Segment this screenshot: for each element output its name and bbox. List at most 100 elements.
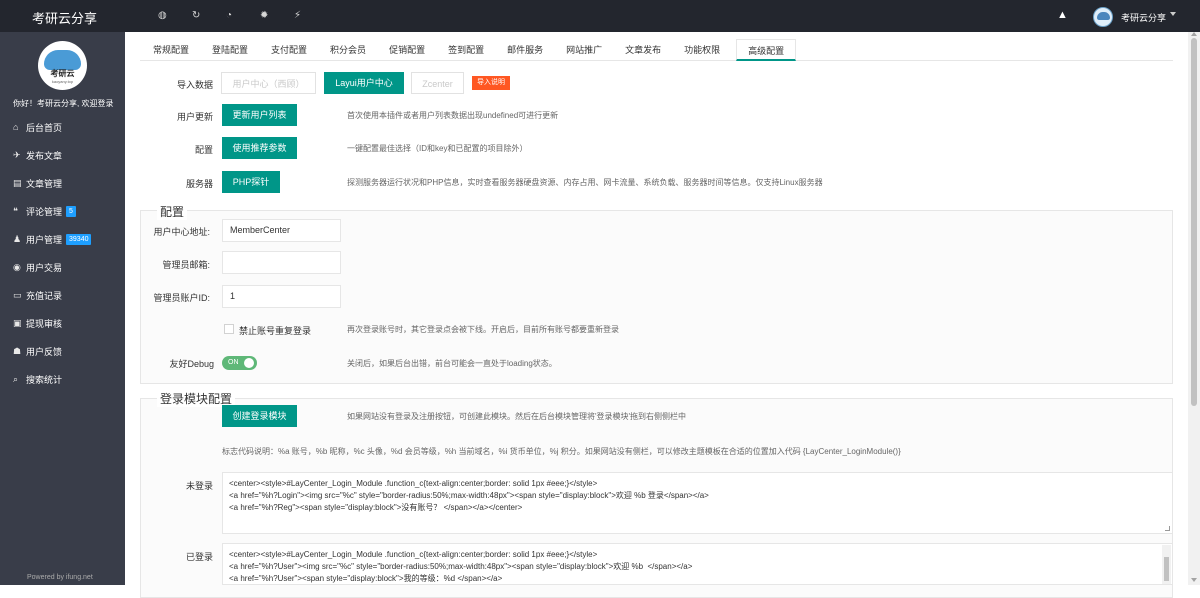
page-scroll-thumb[interactable]: [1191, 38, 1197, 406]
update-label: 用户更新: [176, 112, 213, 122]
not-logged-code-textarea[interactable]: <center><style>#LayCenter_Login_Module .…: [222, 472, 1173, 534]
tab-general[interactable]: 常规配置: [153, 39, 189, 61]
avatar[interactable]: [1093, 7, 1113, 27]
sidebar-item-label: 用户管理: [26, 234, 63, 245]
scroll-down-icon[interactable]: [1191, 578, 1197, 582]
comment-icon: ❝: [13, 205, 18, 216]
textarea-scrollbar[interactable]: [1162, 545, 1171, 584]
resize-handle[interactable]: [1165, 526, 1170, 531]
powered-by: Powered by ifung.net: [27, 574, 93, 581]
debug-toggle[interactable]: ON: [222, 356, 257, 370]
sidebar-item-search-stats[interactable]: ⌕ 搜索统计: [0, 365, 125, 393]
sidebar-item-label: 后台首页: [26, 122, 63, 133]
tab-mail[interactable]: 邮件服务: [507, 39, 543, 61]
prevent-duplicate-login-label: 禁止账号重复登录: [239, 326, 312, 336]
sidebar-item-publish[interactable]: ✈ 发布文章: [0, 141, 125, 169]
main-content: 常规配置 登陆配置 支付配置 积分会员 促销配置 签到配置 邮件服务 网站推广 …: [125, 32, 1188, 598]
sidebar-item-feedback[interactable]: ☗ 用户反馈: [0, 337, 125, 365]
prevent-duplicate-login-hint: 再次登录账号时，其它登录点会被下线。开启后，目前所有账号都要重新登录: [347, 325, 619, 334]
home-icon: ⌂: [13, 122, 19, 132]
sidebar-item-label: 文章管理: [26, 178, 63, 189]
tab-payment[interactable]: 支付配置: [271, 39, 307, 61]
sidebar-item-label: 提现审核: [26, 318, 63, 329]
sidebar-item-withdraw[interactable]: ▣ 提现审核: [0, 309, 125, 337]
debug-label: 友好Debug: [169, 359, 214, 369]
update-hint: 首次使用本插件或者用户列表数据出现undefined可进行更新: [347, 111, 559, 120]
admin-email-input[interactable]: [222, 251, 341, 274]
send-icon: ✈: [13, 149, 21, 160]
dashboard-icon[interactable]: ◔: [226, 9, 260, 23]
search-icon: ⌕: [13, 373, 19, 384]
globe-icon[interactable]: ◍: [158, 9, 192, 23]
article-icon: ▤: [13, 177, 22, 188]
app-logo[interactable]: 考研云分享: [32, 8, 97, 27]
gear-icon[interactable]: ✹: [260, 9, 294, 23]
top-bar: 考研云分享 ◍ ↻ ◔ ✹ ⚡ ▲ 考研云分享: [0, 0, 1200, 32]
import-help-button[interactable]: 导入说明: [472, 76, 510, 90]
import-xigu-button[interactable]: 用户中心（西顾）: [221, 72, 316, 94]
plug-icon[interactable]: ⚡: [294, 9, 328, 23]
refresh-icon[interactable]: ↻: [192, 9, 226, 23]
sidebar-item-label: 搜索统计: [26, 374, 63, 385]
sidebar-item-transactions[interactable]: ◉ 用户交易: [0, 253, 125, 281]
tab-points[interactable]: 积分会员: [330, 39, 366, 61]
sidebar-item-home[interactable]: ⌂ 后台首页: [0, 113, 125, 141]
recommended-params-button[interactable]: 使用推荐参数: [222, 137, 297, 159]
card-icon: ▭: [13, 289, 22, 300]
logged-code: <center><style>#LayCenter_Login_Module .…: [229, 550, 693, 583]
sidebar-menu: ⌂ 后台首页 ✈ 发布文章 ▤ 文章管理 ❝ 评论管理 5 ♟ 用户管理 39340 ◉ 用户交…: [0, 113, 125, 393]
not-logged-label: 未登录: [185, 481, 213, 491]
eye-icon: ◉: [13, 261, 21, 272]
chevron-down-icon[interactable]: [1170, 12, 1176, 16]
config-hint: 一键配置最佳选择（ID和key和已配置的项目除外）: [347, 144, 528, 153]
tab-checkin[interactable]: 签到配置: [448, 39, 484, 61]
debug-hint: 关闭后，如果后台出错，前台可能会一直处于loading状态。: [347, 359, 557, 368]
users-icon: ♟: [13, 233, 22, 244]
tab-advanced[interactable]: 高级配置: [736, 39, 797, 61]
site-logo-sub: kaoyany.top: [51, 79, 74, 84]
tab-permissions[interactable]: 功能权限: [684, 39, 720, 61]
not-logged-code: <center><style>#LayCenter_Login_Module .…: [229, 479, 709, 512]
sidebar-item-users[interactable]: ♟ 用户管理 39340: [0, 225, 125, 253]
server-label: 服务器: [185, 179, 213, 189]
sidebar: 考研云 kaoyany.top 你好！考研云分享, 欢迎登录 ⌂ 后台首页 ✈ 发布…: [0, 32, 125, 585]
config-legend: 配置: [157, 203, 188, 220]
create-login-module-button[interactable]: 创建登录模块: [222, 405, 297, 427]
logged-code-textarea[interactable]: <center><style>#LayCenter_Login_Module .…: [222, 543, 1173, 585]
site-logo: 考研云 kaoyany.top: [38, 41, 87, 90]
settings-tabs: 常规配置 登陆配置 支付配置 积分会员 促销配置 签到配置 邮件服务 网站推广 …: [140, 39, 1173, 61]
update-users-button[interactable]: 更新用户列表: [222, 104, 297, 126]
count-badge: 5: [66, 205, 76, 217]
sidebar-item-recharge[interactable]: ▭ 充值记录: [0, 281, 125, 309]
import-zcenter-button[interactable]: Zcenter: [411, 72, 464, 94]
sidebar-item-comments[interactable]: ❝ 评论管理 5: [0, 197, 125, 225]
tab-article-publish[interactable]: 文章发布: [625, 39, 661, 61]
import-label: 导入数据: [176, 80, 213, 90]
textarea-scroll-thumb[interactable]: [1164, 557, 1169, 581]
tab-promotion[interactable]: 促销配置: [389, 39, 425, 61]
import-layui-button[interactable]: Layui用户中心: [324, 72, 404, 94]
center-address-input[interactable]: MemberCenter: [222, 219, 341, 242]
debug-toggle-text: ON: [228, 359, 239, 366]
php-probe-button[interactable]: PHP探针: [222, 171, 280, 193]
tab-seo[interactable]: 网站推广: [566, 39, 602, 61]
prevent-duplicate-login-checkbox[interactable]: [224, 324, 234, 334]
scroll-up-icon[interactable]: [1191, 32, 1197, 36]
center-address-label: 用户中心地址:: [153, 227, 210, 237]
sidebar-item-articles[interactable]: ▤ 文章管理: [0, 169, 125, 197]
admin-email-label: 管理员邮箱:: [162, 260, 210, 270]
page-scrollbar[interactable]: [1188, 32, 1200, 585]
sidebar-item-label: 评论管理: [26, 206, 63, 217]
admin-id-input[interactable]: 1: [222, 285, 341, 308]
server-hint: 探测服务器运行状况和PHP信息，实时查看服务器硬盘资源、内存占用、网卡流量、系统…: [347, 178, 823, 187]
welcome-text: 你好！考研云分享, 欢迎登录: [13, 99, 114, 108]
cloud-icon: [44, 50, 81, 70]
logged-label: 已登录: [185, 552, 213, 562]
create-login-module-hint: 如果网站没有登录及注册按钮，可创建此模块。然后在后台模块管理将'登录模块'拖到右…: [347, 412, 687, 421]
code-tokens-hint: 标志代码说明：%a 账号，%b 昵称，%c 头像，%d 会员等级，%h 当前域名…: [222, 447, 901, 456]
warning-icon[interactable]: ▲: [1057, 9, 1069, 21]
sidebar-item-label: 充值记录: [26, 290, 63, 301]
user-name[interactable]: 考研云分享: [1121, 11, 1166, 24]
config-label: 配置: [194, 145, 213, 155]
tab-login[interactable]: 登陆配置: [212, 39, 248, 61]
